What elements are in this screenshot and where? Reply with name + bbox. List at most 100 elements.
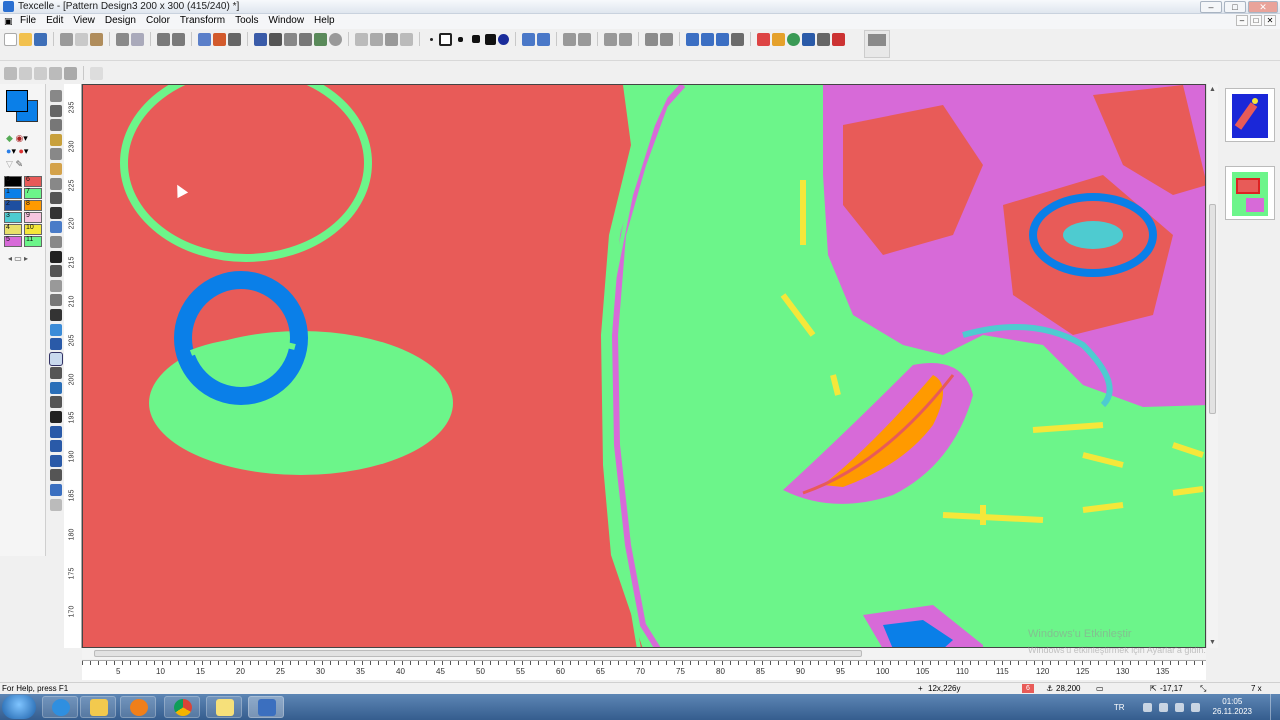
doc-close-button[interactable]: ✕	[1264, 15, 1276, 26]
taskbar-media[interactable]	[120, 696, 156, 718]
vertical-scroll-thumb[interactable]	[1209, 204, 1216, 414]
menu-help[interactable]: Help	[314, 15, 335, 26]
color-swap-icon[interactable]	[757, 32, 770, 46]
lasso-icon[interactable]	[50, 90, 62, 102]
palette-navigation[interactable]: ◂ ▭ ▸	[8, 254, 28, 263]
symmetry-icon[interactable]	[563, 32, 576, 46]
rectangle-icon[interactable]	[50, 338, 62, 351]
mirror-v-icon[interactable]	[537, 32, 550, 46]
pattern-canvas[interactable]	[82, 84, 1206, 648]
palette-swatch[interactable]: 8	[24, 200, 42, 211]
document-icon[interactable]: ▣	[4, 16, 14, 26]
color-ball-icon[interactable]	[787, 32, 800, 46]
pen-size-6-icon[interactable]	[498, 33, 509, 45]
clock[interactable]: 01:05 26.11.2023	[1213, 697, 1252, 717]
palette-swatch[interactable]: 1	[4, 188, 22, 199]
tray-flag-icon[interactable]	[1158, 702, 1168, 712]
palette-swatch[interactable]: 5	[4, 236, 22, 247]
circle-tool-icon[interactable]	[329, 32, 342, 46]
pen-size-3-icon[interactable]	[458, 36, 463, 42]
menu-edit[interactable]: Edit	[46, 15, 63, 26]
swap-icon[interactable]	[716, 32, 729, 46]
layer-copy-icon[interactable]	[34, 66, 47, 80]
taskbar-chrome[interactable]	[164, 696, 200, 718]
align-icon[interactable]	[645, 32, 658, 46]
taskbar-explorer[interactable]	[80, 696, 116, 718]
start-button[interactable]	[2, 695, 36, 719]
pen-size-1-icon[interactable]	[430, 37, 433, 41]
move-icon[interactable]	[50, 148, 62, 161]
thumbnail-2[interactable]	[1225, 166, 1275, 220]
menu-color[interactable]: Color	[146, 15, 170, 26]
redo-icon[interactable]	[172, 32, 185, 46]
maximize-button[interactable]: □	[1224, 1, 1246, 13]
palette-swatch[interactable]: 0	[4, 176, 22, 187]
preview-button[interactable]	[864, 30, 890, 58]
layer-move-icon[interactable]	[19, 66, 32, 80]
palette-swatch[interactable]: 7	[24, 188, 42, 199]
hatch-icon[interactable]	[50, 484, 62, 497]
eyedropper-icon[interactable]	[50, 192, 62, 205]
gradient-icon[interactable]	[50, 323, 62, 336]
pen-size-5-icon[interactable]	[485, 33, 496, 45]
brush-icon[interactable]	[731, 32, 744, 46]
tray-volume-icon[interactable]	[1190, 702, 1200, 712]
color-picker-row[interactable]: ◆ ◉▾	[6, 132, 28, 145]
slash-icon[interactable]	[50, 469, 62, 482]
selected-tool-icon[interactable]	[49, 351, 63, 366]
stamp-icon[interactable]	[50, 294, 62, 307]
tray-arrow-icon[interactable]	[1142, 702, 1152, 712]
menu-design[interactable]: Design	[105, 15, 136, 26]
taskbar-folder[interactable]	[206, 696, 242, 718]
curve-icon[interactable]	[50, 367, 62, 380]
menu-tools[interactable]: Tools	[235, 15, 258, 26]
distort-icon[interactable]	[619, 32, 632, 46]
menu-window[interactable]: Window	[268, 15, 304, 26]
eraser-icon[interactable]	[50, 279, 62, 292]
pen-size-2-icon[interactable]	[439, 32, 452, 46]
star-icon[interactable]	[90, 66, 103, 80]
cross-icon[interactable]	[50, 411, 62, 424]
print-icon[interactable]	[116, 32, 129, 46]
menu-file[interactable]: File	[20, 15, 36, 26]
copy-icon[interactable]	[75, 32, 88, 46]
color-reduce-icon[interactable]	[832, 32, 845, 46]
rect-select-icon[interactable]	[50, 104, 62, 117]
polygon-icon[interactable]	[50, 396, 62, 409]
pattern-icon[interactable]	[198, 32, 211, 46]
pencil-icon[interactable]	[50, 206, 62, 219]
scroll-down-icon[interactable]: ▼	[1209, 639, 1216, 646]
thumbnail-1[interactable]	[1225, 88, 1275, 142]
color-replace-icon[interactable]	[772, 32, 785, 46]
distribute-icon[interactable]	[660, 32, 673, 46]
image-icon[interactable]	[314, 32, 327, 46]
foreground-color-swatch[interactable]	[6, 90, 28, 112]
layers-icon[interactable]	[385, 32, 398, 46]
merge-icon[interactable]	[400, 32, 413, 46]
mirror-h-icon[interactable]	[522, 32, 535, 46]
show-desktop-button[interactable]	[1270, 694, 1280, 720]
brush-tool-icon[interactable]	[50, 235, 62, 248]
pattern-drawing[interactable]	[83, 85, 1206, 648]
line-icon[interactable]	[50, 265, 62, 278]
open-folder-icon[interactable]	[19, 32, 32, 46]
paste-icon[interactable]	[90, 32, 103, 46]
fill-icon[interactable]	[50, 221, 62, 234]
layer-add-icon[interactable]	[4, 66, 17, 80]
grid-icon[interactable]	[254, 32, 267, 46]
arc-icon[interactable]	[50, 454, 62, 467]
free-select-icon[interactable]	[50, 119, 62, 132]
vertical-scrollbar[interactable]: ▲ ▼	[1206, 84, 1218, 648]
pen-size-4-icon[interactable]	[472, 35, 480, 43]
cut-icon[interactable]	[60, 32, 73, 46]
new-file-icon[interactable]	[4, 32, 17, 46]
horizontal-scroll-thumb[interactable]	[94, 650, 862, 657]
color-grid-icon[interactable]	[817, 32, 830, 46]
hook-icon[interactable]	[50, 440, 62, 453]
zoom-icon[interactable]	[284, 32, 297, 46]
minimize-button[interactable]: ‒	[1200, 1, 1222, 13]
print-preview-icon[interactable]	[131, 32, 144, 46]
current-color-swatch[interactable]	[6, 90, 38, 122]
language-indicator[interactable]: TR	[1114, 703, 1125, 712]
menu-transform[interactable]: Transform	[180, 15, 225, 26]
